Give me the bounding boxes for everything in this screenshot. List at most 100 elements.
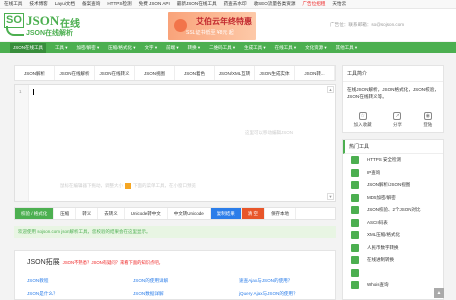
tool-icon [351, 231, 359, 240]
top-link[interactable]: HTTPS检测 [107, 1, 131, 7]
action-button[interactable]: 去转义 [98, 208, 125, 219]
hot-tool-item[interactable] [343, 267, 443, 280]
intro-title: 工具简介 [343, 66, 443, 82]
hot-tool-item[interactable]: XML压缩/格式化 [343, 229, 443, 242]
expand-title: JSON拓展 [27, 259, 60, 266]
hot-tool-item[interactable]: 在线进制转换 [343, 254, 443, 267]
back-to-top-icon[interactable]: ▲ [434, 288, 444, 298]
resize-handle-icon[interactable] [125, 183, 131, 189]
bookmark-label: 加入收藏 [353, 122, 372, 127]
nav-item[interactable]: 在线工具 ▾ [275, 45, 297, 51]
hot-tool-item[interactable]: ASCII码表 [343, 217, 443, 230]
top-link[interactable]: 最新JSON在线工具 [177, 1, 217, 7]
hot-tool-label: XML压缩/格式化 [367, 232, 401, 238]
expand-link[interactable]: JSON教程 [27, 278, 48, 284]
hot-tool-item[interactable]: HTTPS 安全检测 [343, 154, 443, 167]
top-link[interactable]: Layui文档 [55, 1, 75, 7]
expand-link[interactable]: 速查Ajax与JSON的使用？ [239, 278, 292, 284]
nav-item[interactable]: 文化资源 ▾ [305, 45, 327, 51]
nav-item[interactable]: 工具 ▾ [55, 45, 68, 51]
nav-item[interactable]: 转换 ▾ [188, 45, 201, 51]
header: SO JSON 在线 JSON在线解析 艾伯云年终特惠 SSL证书低至 ¥8元 … [0, 9, 456, 41]
json-editor[interactable]: 1 这里可以移动编辑JSON 鼠标在编辑器下拖动，调整大小 下面的菜单工具，在小窗… [14, 84, 336, 202]
tool-tab[interactable]: JSON生成实体 [255, 66, 295, 80]
hot-tools-title: 热门工具 [343, 140, 443, 154]
main-nav: JSON在线工具 工具 ▾ 加密/解密 ▾ 压缩/格式化 ▾ 文字 ▾ 前端 ▾ 转换 ▾ 二… [0, 42, 456, 53]
site-logo[interactable]: SO JSON 在线 JSON在线解析 [4, 12, 86, 38]
hot-tool-label: HTTPS 安全检测 [367, 157, 402, 163]
tool-tab[interactable]: JSON在线解析 [55, 66, 95, 80]
scroll-up-icon[interactable]: ▲ [327, 86, 334, 93]
hot-tool-item[interactable]: JSON解析/JSON视图 [343, 179, 443, 192]
top-link[interactable]: 收SEO流量各类资源 [254, 1, 296, 7]
nav-item[interactable]: 其他工具 ▾ [336, 45, 358, 51]
nav-item[interactable]: 生成工具 ▾ [244, 45, 266, 51]
line-gutter: 1 [15, 85, 29, 201]
action-button[interactable]: 校验 / 格式化 [15, 208, 55, 219]
bookmark-button[interactable]: ☆ 加入收藏 [354, 112, 372, 128]
top-link[interactable]: 广告位招租 [302, 1, 325, 7]
top-link[interactable]: 天怡云 [332, 1, 346, 7]
nav-item[interactable]: 二维码工具 ▾ [209, 45, 235, 51]
nav-item[interactable]: JSON在线工具 [10, 42, 47, 53]
top-link[interactable]: 药查去水印 [224, 1, 247, 7]
expand-link[interactable]: JSON是什么？ [27, 291, 58, 297]
hot-tool-label: MD5加密/解密 [367, 194, 396, 200]
text-cursor [33, 89, 34, 95]
expand-heading: JSON拓展 JSON不熟悉？JSON有疑问？来看下面的知识点吧。 [27, 257, 163, 267]
nav-item[interactable]: 前端 ▾ [166, 45, 179, 51]
expand-link[interactable]: jQuery Ajax与JSON的使用？ [239, 291, 298, 297]
top-link[interactable]: 在线工具 [4, 1, 22, 7]
editor-hint-top: 这里可以移动编辑JSON [245, 130, 294, 135]
editor-hint-middle: 鼠标在编辑器下拖动，调整大小 下面的菜单工具，在小窗口预览 [60, 183, 196, 189]
tool-tab[interactable]: JSON/XML互转 [215, 66, 255, 80]
action-bar: 校验 / 格式化 压缩 转义 去转义 Unicode转中文 中文转Unicode 复制结果清… [14, 207, 336, 220]
action-button[interactable]: 复制结果 [210, 208, 242, 219]
nav-item[interactable]: 文字 ▾ [145, 45, 158, 51]
hot-tool-label: JSON解析/JSON视图 [367, 182, 411, 188]
tool-tab[interactable]: JSON在线转义 [95, 66, 135, 80]
share-button[interactable]: ↗ 分享 [393, 112, 402, 128]
action-button[interactable]: 转义 [76, 208, 99, 219]
tool-tab[interactable]: JSON转... [295, 66, 335, 80]
top-link[interactable]: 备案查询 [82, 1, 100, 7]
expand-link[interactable]: JSON的使用详解 [133, 278, 168, 284]
tool-tab[interactable]: JSON视图 [135, 66, 175, 80]
tool-icon [351, 206, 359, 215]
action-button[interactable]: 清 空 [241, 208, 266, 219]
hot-tool-item[interactable]: Whois查询 [343, 279, 443, 292]
hot-tools-list: HTTPS 安全检测 IP查询 JSON解析/JSON视图 MD5加密/解密 JSON校… [343, 154, 443, 292]
action-button[interactable]: 压缩 [54, 208, 77, 219]
tool-icon [351, 281, 359, 290]
tool-tab[interactable]: JSON解析 [15, 66, 55, 80]
hot-tool-label: JSON校验、2个JSON对比 [367, 207, 421, 213]
hot-tool-item[interactable]: MD5加密/解密 [343, 192, 443, 205]
expand-subtitle: JSON不熟悉？JSON有疑问？来看下面的知识点吧。 [62, 260, 163, 265]
tool-tabs: JSON解析 JSON在线解析 JSON在线转义 JSON视图 JSON着色 JSON/X… [14, 65, 336, 81]
action-button[interactable]: Unicode转中文 [125, 208, 168, 219]
top-link[interactable]: 技术博客 [29, 1, 47, 7]
tool-icon [351, 181, 359, 190]
nav-item[interactable]: 加密/解密 ▾ [77, 45, 100, 51]
result-notice: 欢迎使用 sojson.com json解析工具，您校验的结果会在这里显示。 [14, 226, 336, 238]
hot-tool-item[interactable]: IP查询 [343, 167, 443, 180]
tool-icon [351, 218, 359, 227]
action-button[interactable]: 保存本地 [265, 208, 297, 219]
tool-icon [351, 243, 359, 252]
action-button[interactable]: 中文转Unicode [168, 208, 211, 219]
expand-link[interactable]: JSON数据详解 [133, 291, 164, 297]
scroll-down-icon[interactable]: ▼ [327, 193, 334, 200]
hot-tool-item[interactable]: 人民币数字转换 [343, 242, 443, 255]
user-icon: ◉ [423, 112, 432, 120]
tool-tab[interactable]: JSON着色 [175, 66, 215, 80]
ad-banner[interactable]: 艾伯云年终特惠 SSL证书低至 ¥8元 起 [168, 12, 256, 40]
hot-tool-label: ASCII码表 [367, 219, 388, 225]
menu-hint: 下面的菜单工具，在小窗口预览 [133, 183, 196, 189]
resize-hint: 鼠标在编辑器下拖动，调整大小 [60, 183, 123, 189]
nav-item[interactable]: 压缩/格式化 ▾ [108, 45, 135, 51]
tool-icon [351, 256, 359, 265]
top-link[interactable]: 免费 JSON API [139, 1, 170, 7]
star-icon: ☆ [358, 112, 367, 120]
login-button[interactable]: ◉ 登陆 [423, 112, 432, 128]
hot-tool-item[interactable]: JSON校验、2个JSON对比 [343, 204, 443, 217]
